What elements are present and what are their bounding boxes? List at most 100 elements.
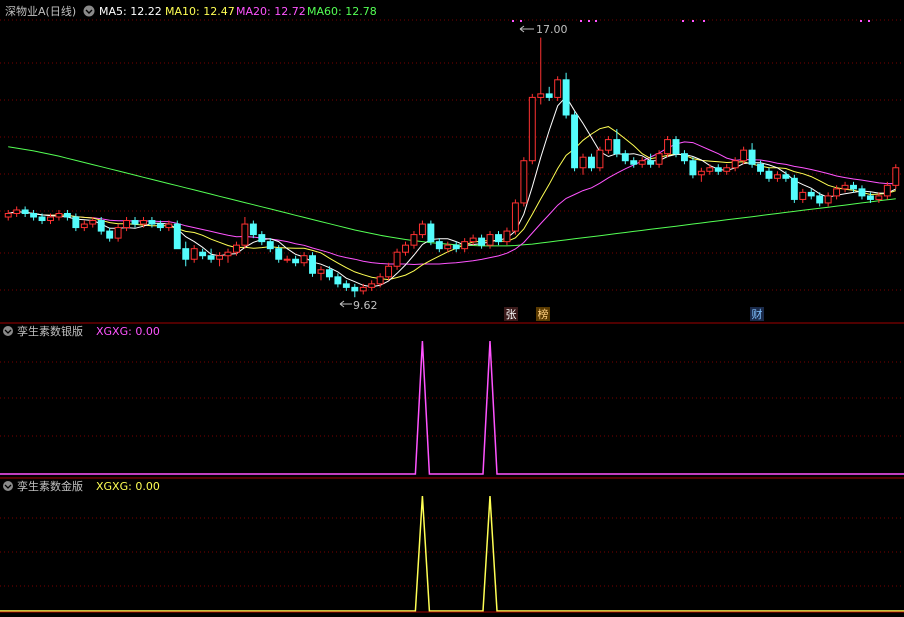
candle-body-up [283, 258, 291, 261]
candle[interactable] [664, 136, 672, 158]
chevron-down-icon[interactable] [3, 481, 13, 491]
chevron-down-icon[interactable] [83, 5, 95, 17]
candle-body-up [883, 184, 891, 197]
ma5-label: MA5: 12.22 [99, 5, 162, 18]
candle-body-up [393, 251, 401, 267]
tag-cai[interactable]: 财 [750, 307, 764, 321]
candle-body-up [469, 237, 477, 243]
svg-text:财: 财 [752, 307, 763, 321]
candle-body-up [723, 167, 731, 172]
candle-body-down [621, 153, 629, 162]
candle-body-down [30, 212, 38, 218]
candle-body-down [106, 230, 114, 239]
candle-body-up [833, 188, 841, 197]
candle-body-down [452, 244, 460, 250]
candle-body-up [520, 160, 528, 204]
top-marker [520, 20, 522, 22]
candle-body-down [714, 167, 722, 172]
candle-body-down [816, 195, 824, 204]
tag-bang[interactable]: 榜 [536, 307, 550, 321]
candle[interactable] [892, 164, 900, 189]
tag-zhang[interactable]: 张 [504, 307, 518, 321]
candle-body-up [528, 96, 536, 162]
candle[interactable] [528, 93, 536, 165]
candle-body-up [385, 265, 393, 278]
candle-body-up [706, 167, 714, 172]
ma20-label: MA20: 12.72 [236, 5, 306, 18]
top-marker [595, 20, 597, 22]
candle[interactable] [562, 72, 570, 119]
candle-body-up [841, 184, 849, 190]
candle-body-down [38, 216, 46, 222]
candle-body-down [790, 177, 798, 200]
candle-body-down [156, 223, 164, 229]
candle-body-up [114, 227, 122, 239]
candle[interactable] [173, 220, 181, 250]
candle-body-up [55, 212, 63, 218]
candle-body-down [562, 79, 570, 116]
ma10-label: MA10: 12.47 [165, 5, 235, 18]
candle-body-up [359, 286, 367, 292]
candle[interactable] [689, 157, 697, 179]
candle-body-up [554, 79, 562, 98]
candle[interactable] [309, 252, 316, 277]
candle-body-down [807, 191, 815, 197]
candle[interactable] [393, 248, 401, 270]
candle-body-up [824, 195, 832, 204]
candle-body-up [232, 244, 240, 253]
candle-body-down [342, 283, 350, 288]
candle-body-down [427, 223, 435, 243]
top-marker [682, 20, 684, 22]
top-marker [703, 20, 705, 22]
candle-body-up [579, 156, 587, 169]
candle-body-down [21, 209, 29, 214]
candle-body-up [461, 241, 469, 250]
chevron-down-icon[interactable] [3, 326, 13, 336]
candle-body-up [596, 149, 604, 169]
candle[interactable] [427, 220, 435, 246]
candle-body-up [740, 149, 748, 162]
candle-body-down [325, 269, 333, 278]
top-marker [512, 20, 514, 22]
candle-body-down [866, 195, 874, 200]
candle-body-down [173, 223, 181, 250]
candle[interactable] [596, 146, 604, 172]
top-marker [860, 20, 862, 22]
candle-body-up [444, 244, 452, 250]
candle[interactable] [511, 199, 519, 235]
candle[interactable] [571, 111, 579, 172]
candle-body-down [199, 251, 207, 257]
svg-text:张: 张 [506, 308, 517, 321]
gold-panel-value: XGXG: 0.00 [96, 480, 160, 493]
silver-panel-value: XGXG: 0.00 [96, 325, 160, 338]
candle-body-down [571, 114, 579, 169]
candle-body-up [799, 191, 807, 200]
candle[interactable] [672, 136, 680, 158]
candle-body-up [13, 209, 21, 214]
candle-body-up [368, 283, 376, 288]
candle-body-down [495, 234, 502, 243]
candle-body-down [672, 139, 680, 155]
top-marker [580, 20, 582, 22]
candle-body-down [72, 216, 80, 229]
candle-body-down [680, 153, 688, 162]
candle[interactable] [554, 76, 562, 101]
candle-body-down [182, 248, 190, 260]
candle-body-up [216, 255, 224, 260]
candle-body-down [545, 93, 553, 98]
candle-body-down [249, 223, 257, 236]
candle[interactable] [520, 157, 528, 207]
candle-body-up [773, 174, 781, 179]
candle-body-up [410, 234, 418, 246]
candle-body-down [850, 184, 857, 190]
candle-body-up [697, 170, 705, 176]
top-marker [692, 20, 694, 22]
candle-body-up [503, 230, 511, 243]
candle[interactable] [790, 174, 798, 203]
candle-body-up [4, 212, 12, 218]
candle-body-down [207, 255, 215, 260]
candle-body-up [300, 255, 308, 264]
candle-body-down [63, 212, 71, 218]
high-price-label: 17.00 [536, 23, 568, 36]
candle-body-down [334, 276, 342, 285]
